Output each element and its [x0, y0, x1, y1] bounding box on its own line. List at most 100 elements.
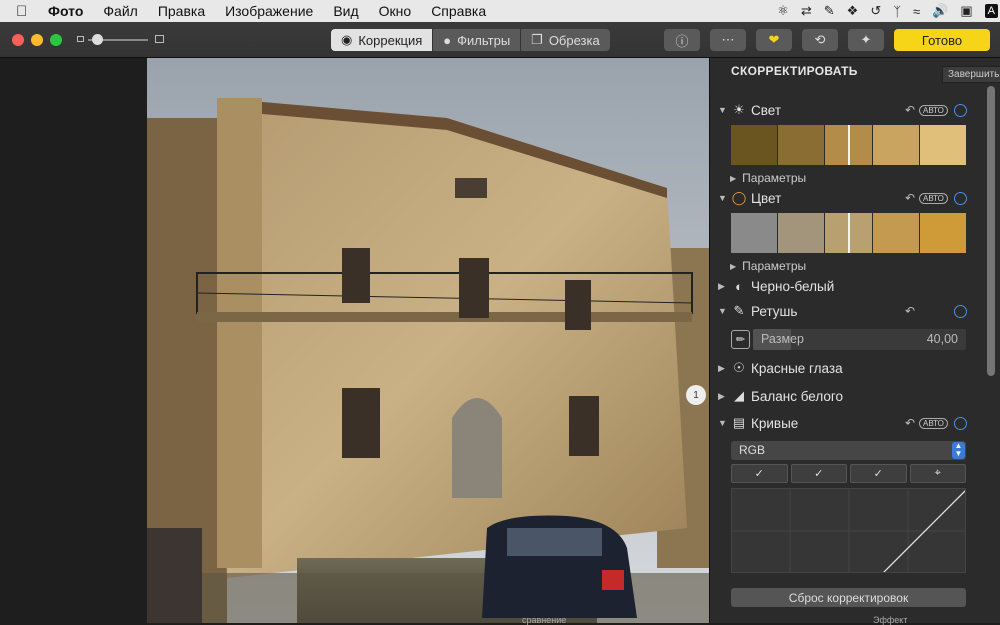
sun-icon: ☀ — [730, 102, 748, 118]
dock-label-left: сравнение — [522, 615, 566, 625]
pdf-icon[interactable]: ✎ — [824, 3, 835, 19]
section-red-eye[interactable]: ▶ ☉ Красные глаза — [718, 357, 968, 379]
color-params-toggle[interactable]: ▶ Параметры — [730, 259, 806, 273]
volume-icon[interactable]: 🔊 — [932, 3, 948, 19]
dock-label-strip: сравнение Эффект — [0, 615, 1000, 623]
rotate-icon: ⟲ — [815, 32, 826, 48]
time-machine-icon[interactable]: ↺ — [870, 3, 881, 19]
undo-icon[interactable]: ↶ — [905, 416, 915, 430]
white-point-eyedropper[interactable]: ✓ — [850, 464, 907, 483]
add-point-button[interactable]: ⌖ — [910, 464, 967, 483]
dropbox-icon[interactable]: ❖ — [847, 3, 859, 19]
bluetooth-icon[interactable]: ᛉ — [893, 4, 901, 19]
menu-image[interactable]: Изображение — [225, 3, 313, 19]
black-point-eyedropper[interactable]: ✓ — [731, 464, 788, 483]
eyedropper-icon: ✓ — [755, 467, 764, 480]
input-source-badge[interactable]: A — [985, 4, 998, 18]
close-window-button[interactable] — [12, 34, 24, 46]
light-params-toggle[interactable]: ▶ Параметры — [730, 171, 806, 185]
bandage-icon: ✎ — [730, 303, 748, 319]
tab-filters[interactable]: ● Фильтры — [433, 29, 521, 51]
filters-icon: ● — [443, 33, 451, 48]
auto-button[interactable]: АВТО — [919, 193, 948, 204]
adjust-panel: СКОРРЕКТИРОВАТЬ Завершить ▼ ☀ Свет ↶ АВТ… — [709, 58, 1000, 623]
curves-channel-select[interactable]: RGB ▲▼ — [731, 441, 966, 460]
retouch-size-slider[interactable]: Размер 40,00 — [753, 329, 966, 350]
eyedropper-icon: ✓ — [814, 467, 823, 480]
teamviewer-icon[interactable]: ⇄ — [801, 3, 812, 19]
zoom-slider-knob[interactable] — [92, 34, 103, 45]
info-button[interactable]: ⓘ — [664, 29, 700, 51]
apple-icon[interactable]:  — [16, 3, 34, 20]
dial-icon: ◉ — [341, 32, 352, 48]
disclosure-closed-icon[interactable]: ▶ — [718, 391, 730, 402]
left-margin — [0, 58, 147, 623]
menu-view[interactable]: Вид — [333, 3, 358, 19]
section-white-balance[interactable]: ▶ ◢ Баланс белого — [718, 385, 968, 407]
toggle-ring[interactable] — [954, 417, 967, 430]
section-black-white[interactable]: ▶ ◐ Черно-белый — [718, 275, 968, 297]
section-retouch[interactable]: ▼ ✎ Ретушь ↶ — [718, 300, 968, 322]
tab-adjust[interactable]: ◉ Коррекция — [331, 29, 433, 51]
minimize-window-button[interactable] — [31, 34, 43, 46]
color-slider-handle[interactable] — [848, 213, 850, 253]
mid-point-eyedropper[interactable]: ✓ — [791, 464, 848, 483]
rotate-button[interactable]: ⟲ — [802, 29, 838, 51]
photo-canvas[interactable] — [147, 58, 709, 623]
light-slider-handle[interactable] — [848, 125, 850, 165]
undo-icon[interactable]: ↶ — [905, 103, 915, 117]
size-value: 40,00 — [927, 332, 958, 346]
auto-button[interactable]: АВТО — [919, 418, 948, 429]
disclosure-closed-icon: ▶ — [730, 174, 736, 183]
more-button[interactable]: ⋯ — [710, 29, 746, 51]
info-icon: ⓘ — [675, 31, 688, 50]
menu-help[interactable]: Справка — [431, 3, 486, 19]
disclosure-closed-icon[interactable]: ▶ — [718, 281, 730, 292]
light-thumbnail-strip[interactable] — [731, 125, 966, 165]
section-light[interactable]: ▼ ☀ Свет ↶ АВТО — [718, 99, 968, 121]
toggle-ring[interactable] — [954, 305, 967, 318]
section-color[interactable]: ▼ ◯ Цвет ↶ АВТО — [718, 187, 968, 209]
enhance-button[interactable]: ✦ — [848, 29, 884, 51]
zoom-out-icon[interactable] — [77, 36, 84, 42]
color-thumbnail-strip[interactable] — [731, 213, 966, 253]
menu-edit[interactable]: Правка — [158, 3, 205, 19]
retouch-brush-button[interactable]: ✏ — [731, 330, 750, 349]
menu-app-name[interactable]: Фото — [48, 3, 83, 19]
dock-label-right: Эффект — [873, 615, 907, 625]
disclosure-closed-icon[interactable]: ▶ — [718, 363, 730, 374]
favorite-button[interactable]: ❤ — [756, 29, 792, 51]
mode-segmented-control: ◉ Коррекция ● Фильтры ❐ Обрезка — [331, 29, 610, 51]
disclosure-open-icon[interactable]: ▼ — [718, 105, 730, 115]
menu-file[interactable]: Файл — [103, 3, 137, 19]
toolbar: ◉ Коррекция ● Фильтры ❐ Обрезка ⓘ ⋯ ❤ ⟲ … — [0, 22, 1000, 58]
zoom-in-icon[interactable] — [155, 35, 164, 43]
zoom-window-button[interactable] — [50, 34, 62, 46]
section-curves[interactable]: ▼ ▤ Кривые ↶ АВТО — [718, 412, 968, 434]
curves-graph[interactable] — [731, 488, 966, 573]
disclosure-open-icon[interactable]: ▼ — [718, 306, 730, 316]
done-button[interactable]: Готово — [894, 29, 990, 51]
creative-cloud-icon[interactable]: ⚛ — [777, 3, 789, 19]
wifi-icon[interactable]: ≈ — [913, 4, 920, 19]
auto-button[interactable]: АВТО — [919, 105, 948, 116]
undo-icon[interactable]: ↶ — [905, 304, 915, 318]
reset-adjustments-button[interactable]: Сброс корректировок — [731, 588, 966, 607]
disclosure-open-icon[interactable]: ▼ — [718, 193, 730, 203]
compare-scrubber[interactable]: 1 — [686, 385, 706, 405]
status-tray: ⚛ ⇄ ✎ ❖ ↺ ᛉ ≈ 🔊 ▣ A — [765, 0, 1000, 22]
photo-image — [147, 58, 709, 623]
toggle-ring[interactable] — [954, 104, 967, 117]
panel-scrollbar[interactable] — [987, 86, 995, 376]
undo-icon[interactable]: ↶ — [905, 191, 915, 205]
crosshair-icon: ⌖ — [935, 467, 941, 480]
eye-icon: ☉ — [730, 360, 748, 376]
tab-crop[interactable]: ❐ Обрезка — [521, 29, 610, 51]
disclosure-open-icon[interactable]: ▼ — [718, 418, 730, 428]
eyedropper-icon: ✓ — [874, 467, 883, 480]
curves-eyedroppers: ✓ ✓ ✓ ⌖ — [731, 464, 966, 483]
battery-icon[interactable]: ▣ — [960, 3, 972, 19]
select-arrows-icon: ▲▼ — [952, 442, 965, 459]
menu-window[interactable]: Окно — [379, 3, 412, 19]
toggle-ring[interactable] — [954, 192, 967, 205]
